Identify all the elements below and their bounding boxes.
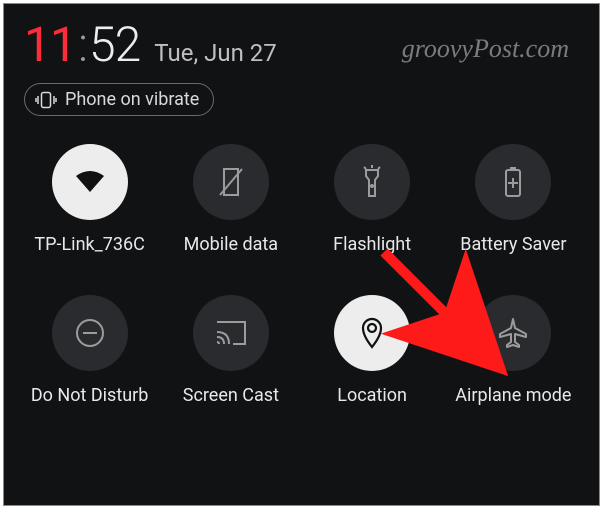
airplane-mode-label: Airplane mode	[455, 385, 571, 406]
mobile-data-tile[interactable]: Mobile data	[165, 144, 296, 255]
battery-saver-tile[interactable]: Battery Saver	[448, 144, 579, 255]
flashlight-icon	[334, 144, 410, 220]
flashlight-tile[interactable]: Flashlight	[307, 144, 438, 255]
screen-cast-tile[interactable]: Screen Cast	[165, 295, 296, 406]
airplane-icon	[475, 295, 551, 371]
dnd-icon	[52, 295, 128, 371]
cast-icon	[193, 295, 269, 371]
location-pin-icon	[334, 295, 410, 371]
mobile-data-label: Mobile data	[184, 234, 278, 255]
location-label: Location	[337, 385, 407, 406]
date-text: Tue, Jun 27	[154, 39, 277, 67]
vibrate-label: Phone on vibrate	[65, 89, 199, 110]
vibrate-icon	[35, 91, 57, 109]
wifi-icon	[52, 144, 128, 220]
screen-cast-label: Screen Cast	[183, 385, 279, 406]
do-not-disturb-tile[interactable]: Do Not Disturb	[24, 295, 155, 406]
clock: 11 : 52	[24, 16, 140, 73]
quick-settings-panel: groovyPost.com 11 : 52 Tue, Jun 27 Phone…	[3, 3, 600, 506]
battery-plus-icon	[475, 144, 551, 220]
clock-colon: :	[78, 16, 87, 73]
flashlight-label: Flashlight	[333, 234, 411, 255]
clock-hour: 11	[24, 16, 76, 73]
status-top-line: 11 : 52 Tue, Jun 27	[24, 16, 579, 73]
wifi-tile[interactable]: TP-Link_736C	[24, 144, 155, 255]
location-tile[interactable]: Location	[307, 295, 438, 406]
battery-saver-label: Battery Saver	[460, 234, 566, 255]
vibrate-mode-button[interactable]: Phone on vibrate	[24, 83, 214, 116]
sim-off-icon	[193, 144, 269, 220]
do-not-disturb-label: Do Not Disturb	[31, 385, 149, 406]
wifi-label: TP-Link_736C	[34, 234, 144, 255]
airplane-mode-tile[interactable]: Airplane mode	[448, 295, 579, 406]
clock-minute: 52	[89, 16, 140, 73]
quick-settings-grid: TP-Link_736C Mobile data	[24, 144, 579, 406]
